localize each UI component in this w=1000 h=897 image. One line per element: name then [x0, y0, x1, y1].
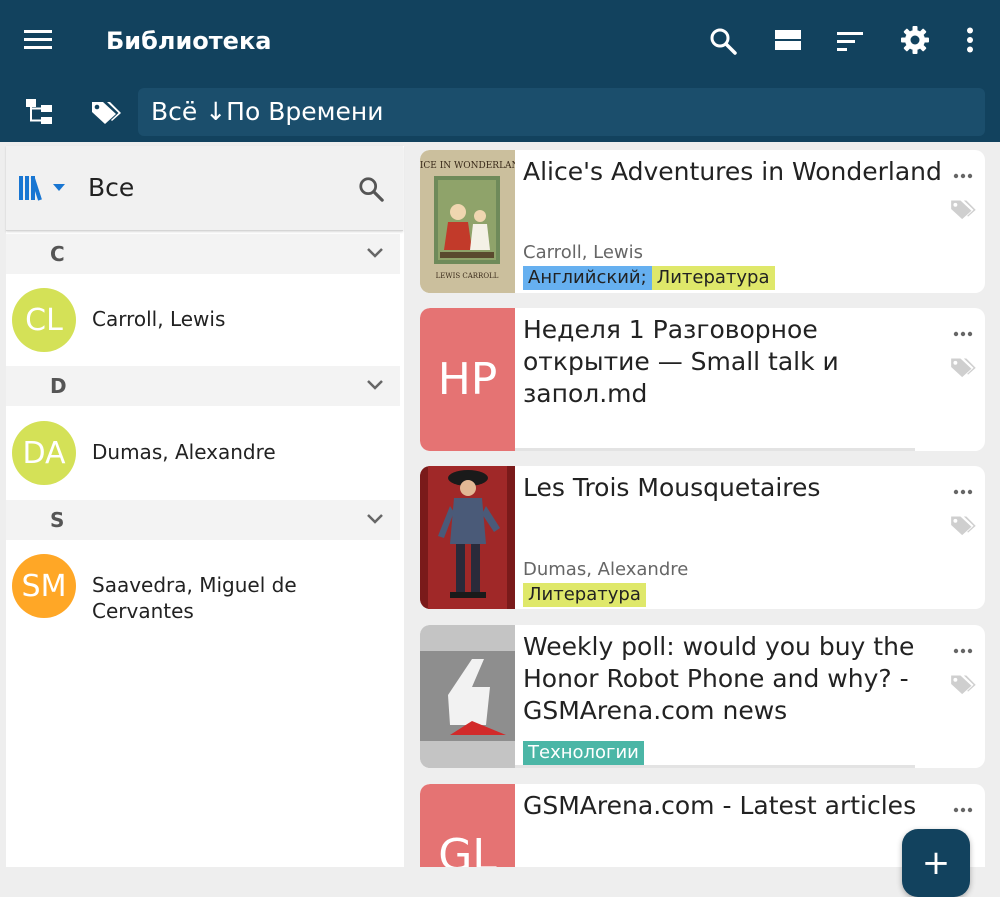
book-title: Неделя 1 Разговорное открытие — Small ta…: [523, 315, 839, 408]
article-thumbnail: [420, 625, 515, 768]
menu-icon[interactable]: [22, 24, 54, 56]
sort-icon[interactable]: [834, 24, 868, 58]
book-initials-thumb: GL: [420, 784, 515, 867]
book-initials-thumb: HP: [420, 308, 515, 451]
more-options-icon[interactable]: [953, 164, 973, 183]
section-header-c[interactable]: C: [6, 234, 400, 274]
search-icon[interactable]: [706, 24, 740, 58]
book-card[interactable]: Les Trois Mousquetaires Dumas, Alexandre…: [420, 466, 985, 609]
reading-progress-track: [515, 765, 915, 768]
filter-bar[interactable]: Всё ↓По Времени: [138, 88, 985, 136]
book-title: Weekly poll: would you buy the Honor Rob…: [523, 632, 915, 725]
tree-view-icon[interactable]: [22, 96, 56, 128]
more-options-icon[interactable]: [953, 639, 973, 658]
tag-icon[interactable]: [949, 514, 977, 540]
app-bar: Библиотека Всё ↓По Времени: [0, 0, 1000, 142]
settings-gear-icon[interactable]: [898, 23, 932, 57]
filter-label: Всё ↓По Времени: [151, 97, 384, 126]
plus-icon: +: [921, 843, 951, 883]
authors-filter-label: Все: [88, 173, 135, 202]
overflow-menu-icon[interactable]: [954, 24, 986, 56]
book-cover: ALICE IN WONDERLAND LEWIS CARROLL: [420, 150, 515, 293]
book-tags: Технологии: [523, 741, 644, 765]
more-options-icon[interactable]: [953, 322, 973, 341]
section-letter: S: [50, 508, 65, 532]
tag-icon[interactable]: [949, 673, 977, 699]
search-icon[interactable]: [356, 174, 386, 204]
book-card[interactable]: ALICE IN WONDERLAND LEWIS CARROLL Alice'…: [420, 150, 985, 293]
avatar: DA: [12, 421, 76, 485]
book-title: Les Trois Mousquetaires: [523, 473, 821, 502]
chevron-down-icon[interactable]: [366, 510, 384, 529]
view-mode-icon[interactable]: [772, 24, 804, 56]
reading-progress-track: [515, 448, 915, 451]
library-books-icon[interactable]: [16, 172, 52, 204]
author-item[interactable]: DA Dumas, Alexandre: [6, 409, 400, 497]
cover-author-text: LEWIS CARROLL: [436, 272, 499, 280]
dropdown-arrow-icon[interactable]: [52, 182, 66, 192]
avatar: CL: [12, 288, 76, 352]
book-tags: Английский; Литература: [523, 266, 775, 290]
section-header-s[interactable]: S: [6, 500, 400, 540]
author-name: Saavedra, Miguel de Cervantes: [92, 573, 297, 623]
chevron-down-icon[interactable]: [366, 244, 384, 263]
cover-title-text: ALICE IN WONDERLAND: [420, 161, 515, 171]
section-letter: C: [50, 242, 65, 266]
tag-label[interactable]: Литература: [651, 266, 775, 290]
book-tags: Литература: [523, 583, 646, 607]
more-options-icon[interactable]: [953, 480, 973, 499]
tag-label[interactable]: Технологии: [523, 741, 644, 765]
book-card[interactable]: GL GSMArena.com - Latest articles: [420, 784, 985, 867]
author-name: Carroll, Lewis: [92, 307, 226, 331]
tag-label[interactable]: Литература: [523, 583, 646, 607]
add-book-fab[interactable]: +: [902, 829, 970, 897]
chevron-down-icon[interactable]: [366, 376, 384, 395]
tag-icon[interactable]: [949, 198, 977, 224]
book-author: Dumas, Alexandre: [523, 559, 689, 580]
tags-icon[interactable]: [88, 96, 124, 128]
book-card[interactable]: Weekly poll: would you buy the Honor Rob…: [420, 625, 985, 768]
book-author: Carroll, Lewis: [523, 242, 644, 263]
section-header-d[interactable]: D: [6, 366, 400, 406]
section-letter: D: [50, 374, 67, 398]
authors-filter-bar[interactable]: Все: [6, 146, 403, 231]
book-cover: [420, 466, 515, 609]
author-item[interactable]: CL Carroll, Lewis: [6, 276, 400, 364]
book-card[interactable]: HP Неделя 1 Разговорное открытие — Small…: [420, 308, 985, 451]
author-name: Dumas, Alexandre: [92, 440, 276, 464]
author-item[interactable]: SM Saavedra, Miguel de Cervantes: [6, 542, 400, 630]
app-title: Библиотека: [106, 27, 272, 55]
more-options-icon[interactable]: [953, 798, 973, 817]
avatar: SM: [12, 554, 76, 618]
book-title: Alice's Adventures in Wonderland: [523, 157, 942, 186]
tag-label[interactable]: Английский;: [523, 266, 652, 290]
book-title: GSMArena.com - Latest articles: [523, 791, 917, 820]
tag-icon[interactable]: [949, 356, 977, 382]
